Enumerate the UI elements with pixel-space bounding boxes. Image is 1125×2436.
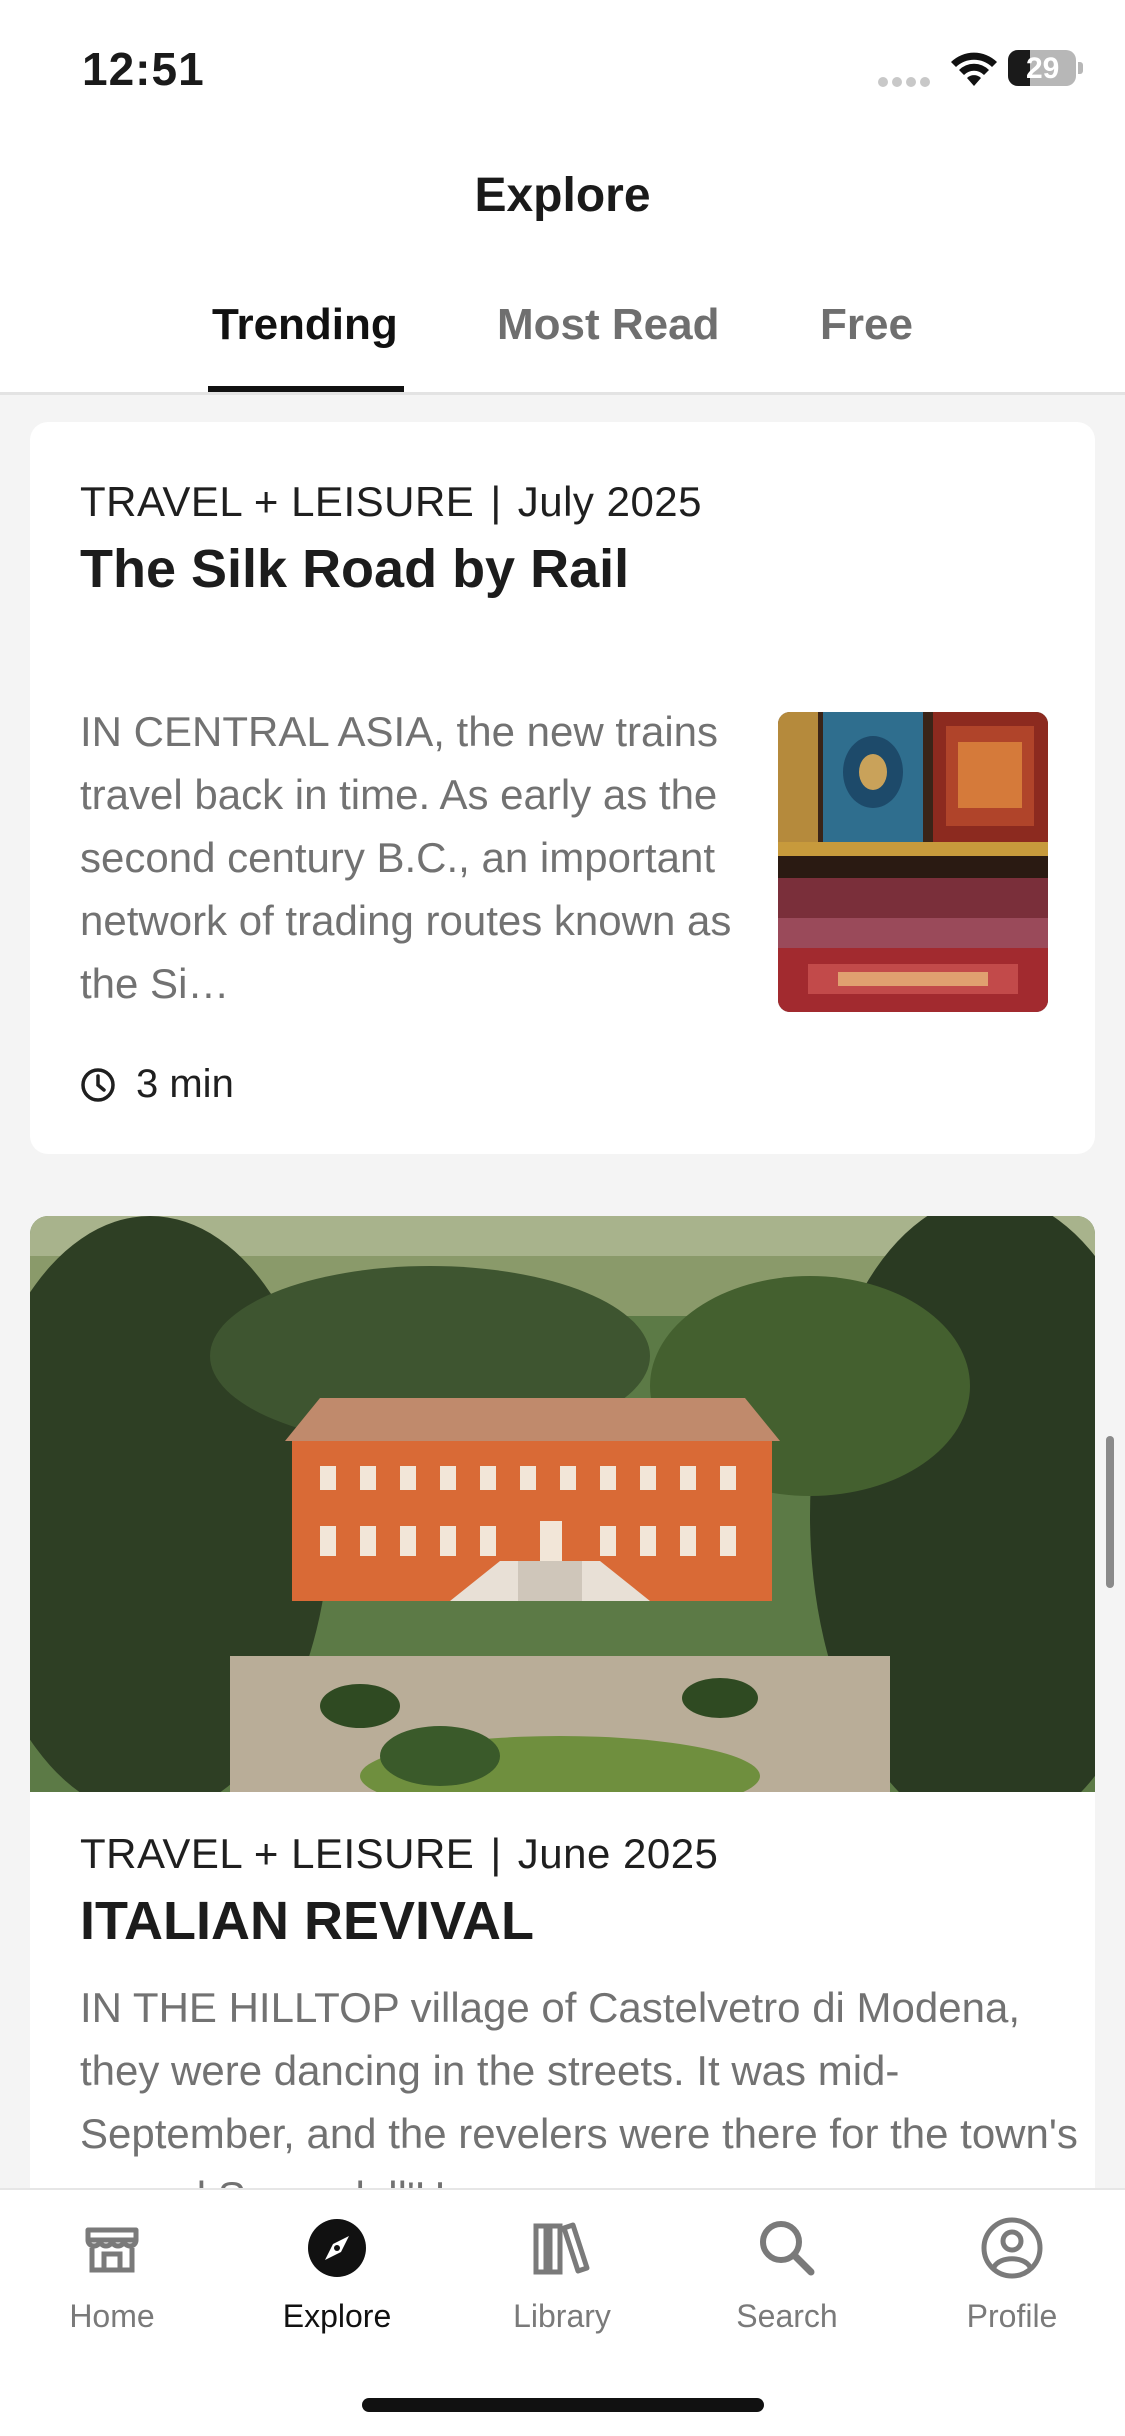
status-bar: 12:51 29 xyxy=(0,0,1125,140)
scrollbar[interactable] xyxy=(1106,1436,1114,1588)
clock-icon xyxy=(81,1067,115,1102)
read-time: 3 min xyxy=(80,1062,234,1107)
meta-separator: | xyxy=(490,478,502,525)
search-icon xyxy=(760,2221,815,2276)
carpet-market-image xyxy=(778,712,1048,1012)
article-card[interactable]: TRAVEL + LEISURE | June 2025 ITALIAN REVIV… xyxy=(30,1216,1095,2188)
battery-level: 29 xyxy=(1026,52,1060,85)
tab-search-label: Search xyxy=(736,2298,838,2334)
article-excerpt: IN THE HILLTOP village of Castelvetro di… xyxy=(80,1984,1078,2188)
page-title: Explore xyxy=(474,169,651,222)
status-time: 12:51 xyxy=(82,43,205,95)
article-title: ITALIAN REVIVAL xyxy=(80,1891,534,1951)
tab-trending[interactable]: Trending xyxy=(212,300,398,350)
tab-most-read[interactable]: Most Read xyxy=(497,300,719,350)
tab-search[interactable]: Search xyxy=(687,2216,887,2335)
issue-date: June 2025 xyxy=(517,1830,719,1877)
tab-home[interactable]: Home xyxy=(12,2216,212,2335)
publication-name: TRAVEL + LEISURE xyxy=(80,478,475,525)
tab-library-label: Library xyxy=(513,2298,611,2334)
tab-profile[interactable]: Profile xyxy=(912,2216,1112,2335)
tab-home-label: Home xyxy=(69,2298,155,2334)
italian-villa-image xyxy=(30,1216,1095,1836)
cellular-signal-icon xyxy=(878,74,934,87)
article-feed[interactable]: TRAVEL + LEISURE | July 2025 The Silk Road… xyxy=(0,398,1125,2188)
meta-separator: | xyxy=(490,1830,502,1877)
tab-explore-label: Explore xyxy=(282,2298,392,2334)
article-meta: TRAVEL + LEISURE | July 2025 xyxy=(80,478,702,526)
issue-date: July 2025 xyxy=(517,478,703,525)
article-meta: TRAVEL + LEISURE | June 2025 xyxy=(80,1830,718,1878)
tab-explore[interactable]: Explore xyxy=(237,2216,437,2335)
tab-profile-label: Profile xyxy=(966,2298,1058,2334)
read-time-label: 3 min xyxy=(136,1062,234,1106)
home-indicator xyxy=(362,2398,764,2412)
wifi-icon xyxy=(951,52,997,86)
profile-icon xyxy=(981,2217,1043,2279)
publication-name: TRAVEL + LEISURE xyxy=(80,1830,475,1877)
tab-library[interactable]: Library xyxy=(462,2216,662,2335)
active-tab-indicator xyxy=(208,386,404,392)
article-card[interactable]: TRAVEL + LEISURE | July 2025 The Silk Road… xyxy=(30,422,1095,1154)
article-title: The Silk Road by Rail xyxy=(80,539,630,599)
tab-free[interactable]: Free xyxy=(820,300,913,350)
battery-icon: 29 xyxy=(1008,50,1076,86)
library-icon xyxy=(533,2222,590,2275)
explore-header: Explore Trending Most Read Free xyxy=(0,140,1125,395)
home-icon xyxy=(85,2227,139,2273)
compass-icon xyxy=(308,2219,366,2277)
article-excerpt: IN CENTRAL ASIA, the new trains travel b… xyxy=(80,708,732,1007)
